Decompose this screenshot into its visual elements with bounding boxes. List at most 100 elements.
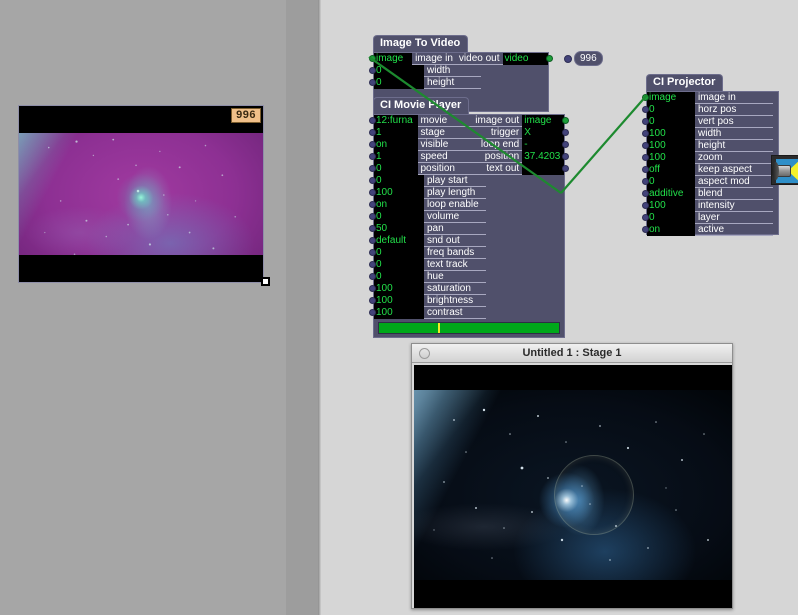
- port-in-volume[interactable]: [369, 213, 376, 220]
- value-text-track[interactable]: 0: [374, 259, 424, 271]
- value-out-text-out[interactable]: [522, 163, 564, 175]
- node-title-ci-movie-player[interactable]: CI Movie Player: [373, 97, 470, 114]
- value-height[interactable]: 100: [647, 140, 695, 152]
- port-out-position[interactable]: [562, 153, 569, 160]
- value-image-in[interactable]: image: [647, 92, 695, 104]
- node-row[interactable]: on loop enable: [369, 199, 564, 211]
- value-video-out[interactable]: video: [502, 53, 548, 65]
- port-in-saturation[interactable]: [369, 285, 376, 292]
- port-in-movie[interactable]: [369, 117, 376, 124]
- value-play-start[interactable]: 0: [374, 175, 424, 187]
- value-blend[interactable]: additive: [647, 188, 695, 200]
- port-out-video[interactable]: [546, 55, 553, 62]
- close-icon[interactable]: [419, 348, 430, 359]
- node-row[interactable]: 0 volume: [369, 211, 564, 223]
- node-row[interactable]: 1 speed position 37.4203: [369, 151, 569, 163]
- value-zoom[interactable]: 100: [647, 152, 695, 164]
- port-out-trigger[interactable]: [562, 129, 569, 136]
- value-vert-pos[interactable]: 0: [647, 116, 695, 128]
- port-in-brightness[interactable]: [369, 297, 376, 304]
- port-in-play-length[interactable]: [369, 189, 376, 196]
- port-in-height[interactable]: [642, 142, 649, 149]
- node-row[interactable]: on visible loop end -: [369, 139, 569, 151]
- node-row[interactable]: image image in video out video: [369, 53, 553, 65]
- value-movie[interactable]: 12:furna: [374, 115, 418, 127]
- node-row[interactable]: 0 horz pos: [642, 104, 778, 116]
- patch-canvas[interactable]: Image To Video image image in video out …: [321, 0, 798, 615]
- value-out-image-out[interactable]: image: [522, 115, 564, 127]
- port-in-speed[interactable]: [369, 153, 376, 160]
- playhead-marker[interactable]: [438, 323, 441, 333]
- node-row[interactable]: 0 text track: [369, 259, 564, 271]
- port-in-pan[interactable]: [369, 225, 376, 232]
- node-row[interactable]: 0 aspect mod: [642, 176, 778, 188]
- image-preview-window[interactable]: 996: [18, 105, 264, 283]
- stage-titlebar[interactable]: Untitled 1 : Stage 1: [412, 344, 732, 363]
- port-in-intensity[interactable]: [642, 202, 649, 209]
- value-height[interactable]: 0: [374, 77, 424, 89]
- port-in-snd-out[interactable]: [369, 237, 376, 244]
- preview-resize-handle[interactable]: [261, 277, 270, 286]
- node-row[interactable]: 0 height: [369, 77, 548, 89]
- port-in-image-in[interactable]: [642, 94, 649, 101]
- value-out-position[interactable]: 37.4203: [522, 151, 564, 163]
- value-play-length[interactable]: 100: [374, 187, 424, 199]
- port-out-image-out[interactable]: [562, 117, 569, 124]
- node-row[interactable]: 100 zoom: [642, 152, 778, 164]
- node-row[interactable]: 100 brightness: [369, 295, 564, 307]
- node-row[interactable]: 0 layer: [642, 212, 778, 224]
- playback-progress-bar[interactable]: [378, 322, 560, 334]
- value-visible[interactable]: on: [374, 139, 418, 151]
- port-in-zoom[interactable]: [642, 154, 649, 161]
- node-row[interactable]: 100 width: [642, 128, 778, 140]
- value-freq-bands[interactable]: 0: [374, 247, 424, 259]
- port-in-keep-aspect[interactable]: [642, 166, 649, 173]
- port-in-freq-bands[interactable]: [369, 249, 376, 256]
- port-in-image[interactable]: [369, 55, 376, 62]
- node-row[interactable]: 12:furna movie image out image: [369, 115, 569, 127]
- port-in-horz-pos[interactable]: [642, 106, 649, 113]
- node-row[interactable]: 0 freq bands: [369, 247, 564, 259]
- port-in-text-track[interactable]: [369, 261, 376, 268]
- node-row[interactable]: 0 hue: [369, 271, 564, 283]
- value-out-trigger[interactable]: X: [522, 127, 564, 139]
- value-horz-pos[interactable]: 0: [647, 104, 695, 116]
- tag-996[interactable]: 996: [564, 51, 603, 66]
- value-out-loop-end[interactable]: -: [522, 139, 564, 151]
- value-keep-aspect[interactable]: off: [647, 164, 695, 176]
- node-row[interactable]: 100 play length: [369, 187, 564, 199]
- node-row[interactable]: 0 position text out: [369, 163, 569, 175]
- port-in-visible[interactable]: [369, 141, 376, 148]
- port-in-width[interactable]: [642, 130, 649, 137]
- node-title-ci-projector[interactable]: CI Projector: [646, 74, 724, 91]
- value-position[interactable]: 0: [374, 163, 418, 175]
- value-intensity[interactable]: 100: [647, 200, 695, 212]
- node-ci-movie-player[interactable]: CI Movie Player 12:furna movie image out im…: [369, 95, 569, 338]
- node-row[interactable]: additive blend: [642, 188, 778, 200]
- node-row[interactable]: on active: [642, 224, 778, 236]
- port-in-blend[interactable]: [642, 190, 649, 197]
- port-out-text-out[interactable]: [562, 165, 569, 172]
- port-in-layer[interactable]: [642, 214, 649, 221]
- port-out-loop-end[interactable]: [562, 141, 569, 148]
- value-width[interactable]: 100: [647, 128, 695, 140]
- value-image-in[interactable]: image: [374, 53, 413, 65]
- node-row[interactable]: 100 saturation: [369, 283, 564, 295]
- node-row[interactable]: 100 contrast: [369, 307, 564, 319]
- value-snd-out[interactable]: default: [374, 235, 424, 247]
- node-row[interactable]: default snd out: [369, 235, 564, 247]
- value-layer[interactable]: 0: [647, 212, 695, 224]
- node-row[interactable]: image image in: [642, 92, 778, 104]
- value-hue[interactable]: 0: [374, 271, 424, 283]
- value-saturation[interactable]: 100: [374, 283, 424, 295]
- port-in-play-start[interactable]: [369, 177, 376, 184]
- node-row[interactable]: 1 stage trigger X: [369, 127, 569, 139]
- port-in-aspect-mod[interactable]: [642, 178, 649, 185]
- port-in-position[interactable]: [369, 165, 376, 172]
- node-row[interactable]: 0 play start: [369, 175, 564, 187]
- port-in-hue[interactable]: [369, 273, 376, 280]
- port-in-vert-pos[interactable]: [642, 118, 649, 125]
- value-contrast[interactable]: 100: [374, 307, 424, 319]
- port-in-active[interactable]: [642, 226, 649, 233]
- port-in-loop-enable[interactable]: [369, 201, 376, 208]
